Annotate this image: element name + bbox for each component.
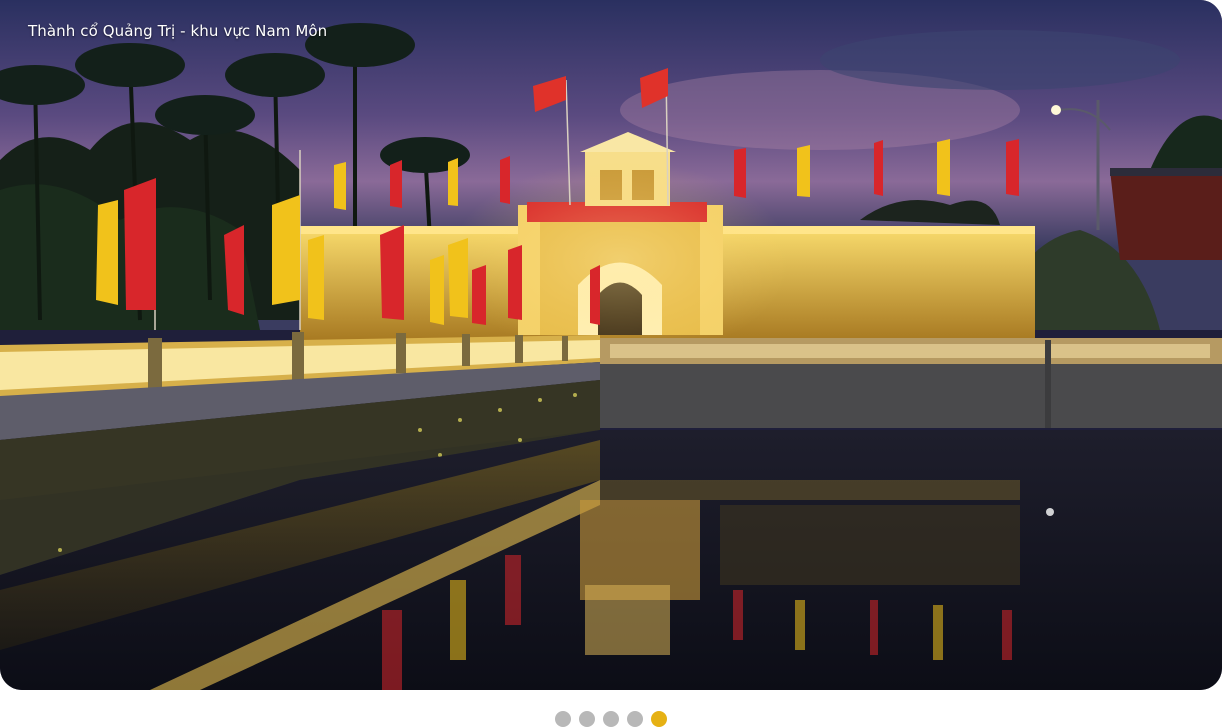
slide-dot-2[interactable] (579, 711, 595, 727)
image-slider: Thành cổ Quảng Trị - khu vực Nam Môn (0, 0, 1222, 728)
citadel-night-photo (0, 0, 1222, 690)
slide-dot-5[interactable] (651, 711, 667, 727)
slide-caption: Thành cổ Quảng Trị - khu vực Nam Môn (28, 22, 328, 40)
slide-dot-1[interactable] (555, 711, 571, 727)
slide-image[interactable]: Thành cổ Quảng Trị - khu vực Nam Môn (0, 0, 1222, 690)
slide-dot-3[interactable] (603, 711, 619, 727)
slide-dot-4[interactable] (627, 711, 643, 727)
slider-pagination (0, 711, 1222, 727)
